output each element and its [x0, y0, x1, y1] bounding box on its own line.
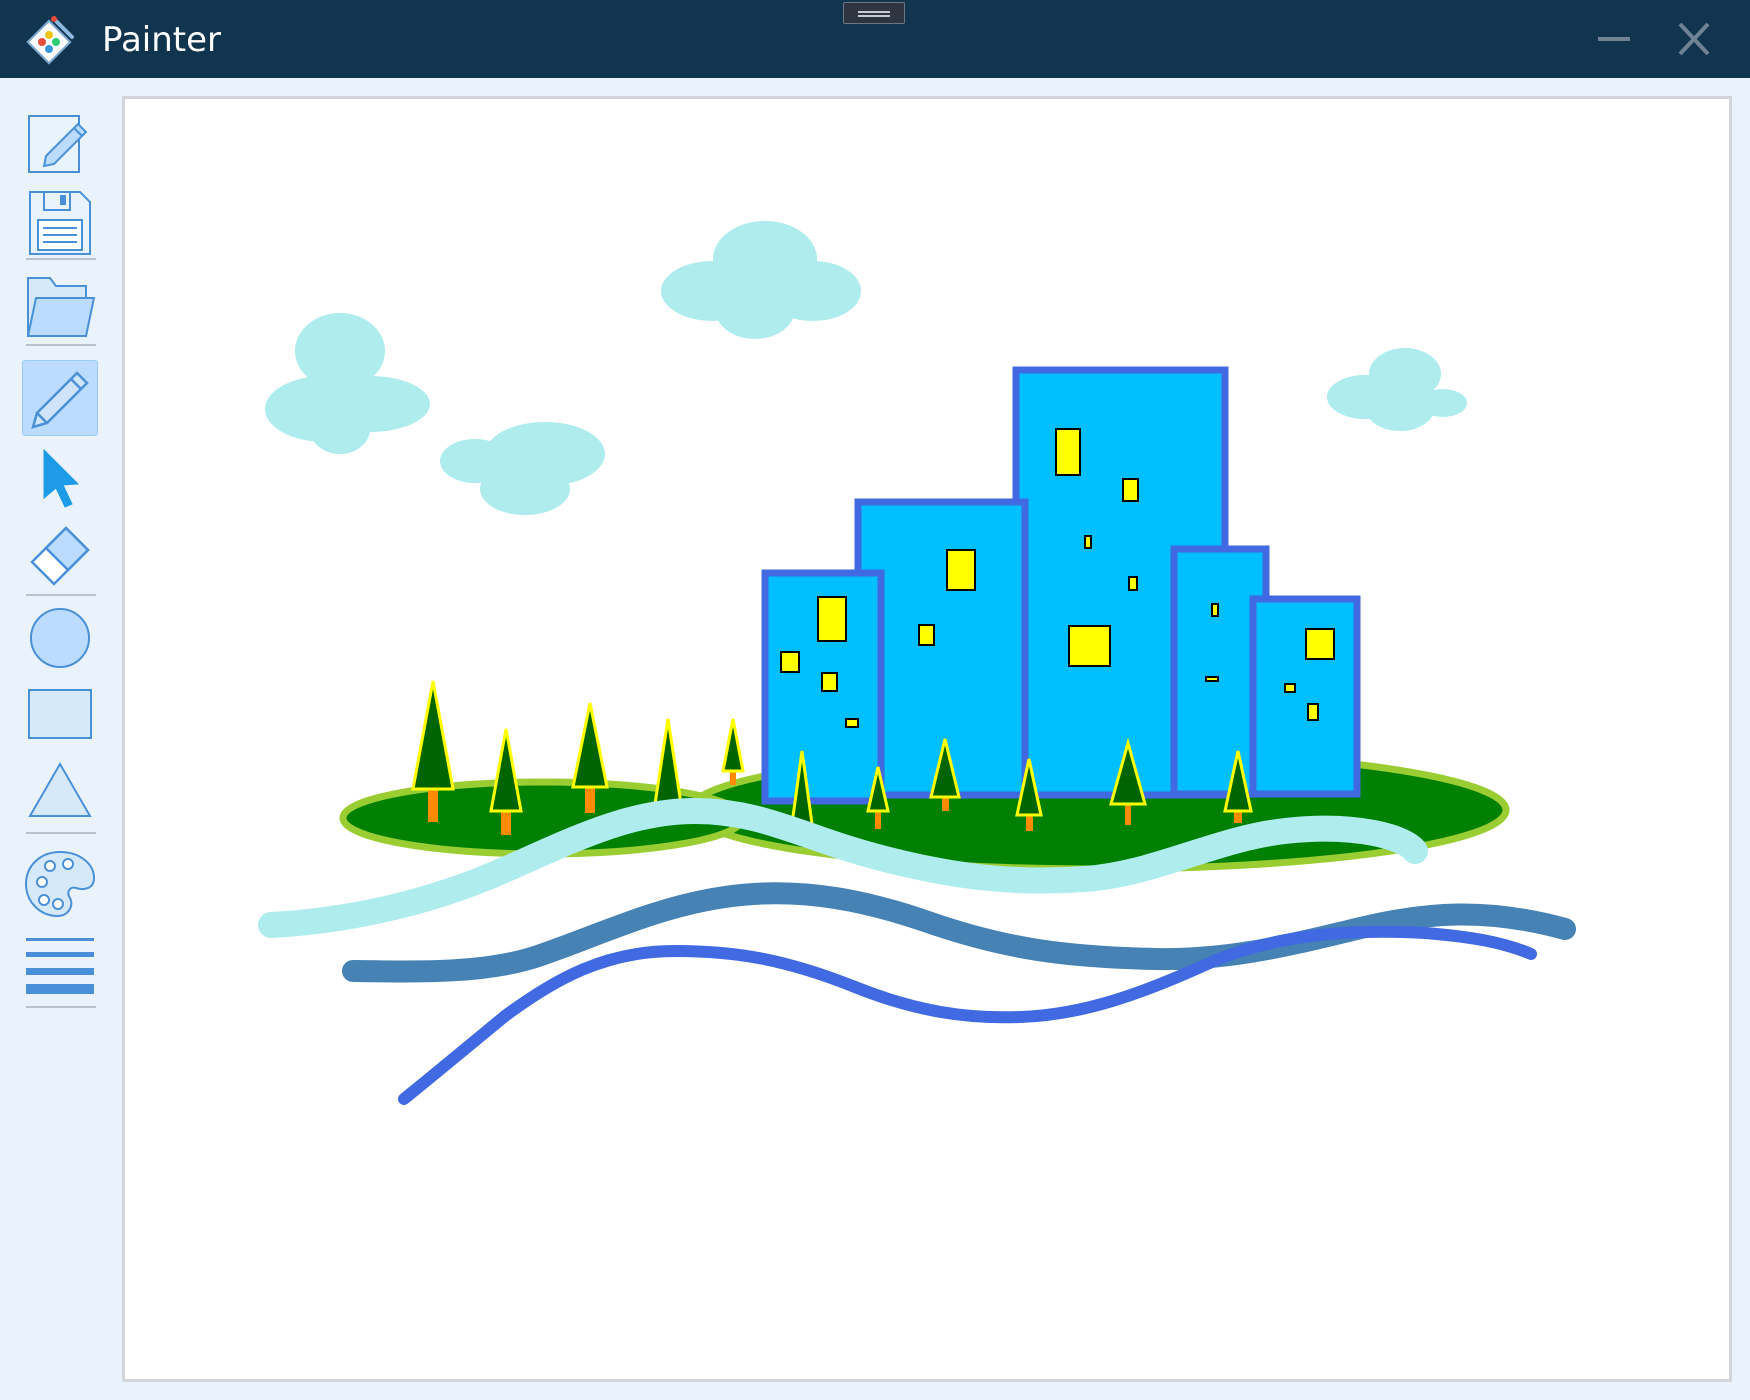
close-button[interactable]: [1664, 14, 1724, 66]
cloud: [661, 221, 861, 339]
color-palette-button[interactable]: [22, 846, 98, 922]
pencil-tool-button[interactable]: [22, 360, 98, 436]
toolbar-separator: [26, 258, 96, 260]
pointer-icon: [43, 448, 80, 508]
minimize-icon: [1598, 37, 1630, 41]
title-bar[interactable]: Painter: [0, 0, 1750, 78]
save-button[interactable]: [22, 184, 98, 260]
tool-sidebar: [0, 78, 120, 1400]
line-width-icon: [26, 938, 94, 994]
line-width-button[interactable]: [22, 924, 98, 1000]
minimize-button[interactable]: [1584, 14, 1644, 66]
toolbar-separator: [26, 832, 96, 834]
drawing-canvas[interactable]: [122, 96, 1732, 1382]
open-button[interactable]: [22, 270, 98, 346]
toolbar-separator: [26, 1006, 96, 1008]
circle-tool-button[interactable]: [22, 600, 98, 676]
toolbar-separator: [26, 344, 96, 346]
toolbar-separator: [26, 594, 96, 596]
drag-handle[interactable]: [843, 2, 905, 24]
eraser-tool-button[interactable]: [22, 516, 98, 592]
triangle-icon: [28, 761, 92, 817]
building: [761, 569, 885, 805]
open-folder-icon: [26, 277, 96, 337]
building: [1249, 595, 1361, 798]
painter-window: Painter: [0, 0, 1750, 1400]
close-icon: [1678, 22, 1710, 56]
new-file-button[interactable]: [22, 102, 98, 178]
pencil-icon: [31, 371, 89, 429]
new-file-icon: [28, 115, 88, 173]
tree: [653, 718, 683, 809]
cloud: [1327, 348, 1467, 431]
app-logo-icon: [26, 16, 74, 65]
canvas-drawing[interactable]: [125, 99, 1729, 1379]
wave-stroke: [398, 925, 1537, 1105]
cloud: [265, 313, 430, 454]
window-title: Painter: [102, 20, 222, 60]
save-icon: [29, 191, 91, 255]
eraser-icon: [30, 526, 90, 586]
palette-icon: [24, 850, 96, 918]
triangle-tool-button[interactable]: [22, 752, 98, 828]
cloud: [440, 422, 605, 515]
rectangle-icon: [28, 689, 92, 739]
rectangle-tool-button[interactable]: [22, 676, 98, 752]
tree: [721, 718, 745, 785]
circle-icon: [30, 608, 90, 668]
select-tool-button[interactable]: [22, 440, 98, 516]
